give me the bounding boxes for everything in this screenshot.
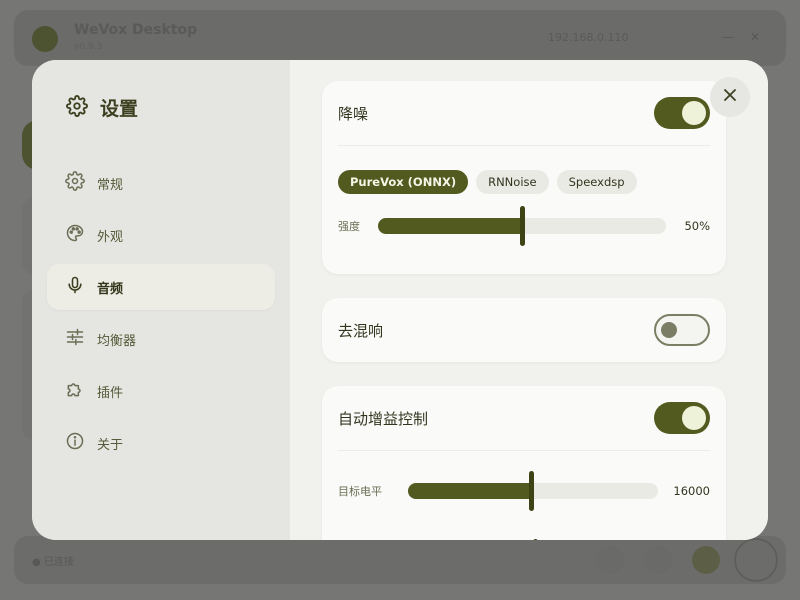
close-window-icon: ✕ (750, 30, 761, 44)
info-icon (65, 431, 85, 455)
nav-item-audio[interactable]: 音频 (47, 264, 275, 310)
nav-item-general[interactable]: 常规 (47, 160, 275, 206)
denoise-header: 降噪 (322, 81, 726, 145)
gear-icon (66, 94, 88, 121)
gear-icon (65, 171, 85, 195)
app-logo (32, 26, 58, 52)
engine-chip-rnnoise[interactable]: RNNoise (476, 170, 549, 194)
strength-value: 50% (684, 219, 710, 233)
target-level-slider-fill (408, 483, 531, 499)
settings-sidebar: 设置 常规 外观 音频 均衡器 插件 关于 (32, 60, 290, 540)
dereverb-header: 去混响 (322, 298, 726, 362)
denoise-title: 降噪 (338, 104, 369, 123)
nav-item-appearance[interactable]: 外观 (47, 212, 275, 258)
engine-chip-speexdsp[interactable]: Speexdsp (556, 170, 637, 194)
background-button (644, 546, 672, 574)
agc-header: 自动增益控制 (322, 386, 726, 450)
puzzle-icon (65, 379, 85, 403)
dereverb-title: 去混响 (338, 321, 384, 340)
background-button (692, 546, 720, 574)
close-button[interactable] (710, 77, 750, 117)
background-app-title: WeVox Desktop (74, 22, 198, 38)
close-icon (722, 87, 738, 107)
denoise-card: 降噪 PureVox (ONNX) RNNoise Speexdsp 强度 50… (322, 81, 726, 274)
dereverb-toggle[interactable] (654, 314, 710, 346)
agc-title: 自动增益控制 (338, 409, 429, 428)
nav-item-label: 均衡器 (97, 333, 137, 349)
target-level-slider-row: 目标电平 16000 (322, 463, 726, 519)
agc-card: 自动增益控制 目标电平 16000 (322, 386, 726, 540)
agc-toggle[interactable] (654, 402, 710, 434)
target-level-label: 目标电平 (338, 485, 382, 498)
background-ip-label: 192.168.0.110 (548, 31, 629, 44)
strength-slider-fill (378, 218, 522, 234)
nav-item-label: 插件 (97, 385, 124, 401)
target-level-slider[interactable] (408, 471, 658, 511)
settings-content: 降噪 PureVox (ONNX) RNNoise Speexdsp 强度 50… (290, 60, 768, 540)
microphone-icon (65, 275, 85, 299)
background-app-subtitle: v0.9.3 (74, 42, 103, 52)
nav-item-plugins[interactable]: 插件 (47, 368, 275, 414)
background-titlebar (14, 10, 786, 66)
settings-nav: 常规 外观 音频 均衡器 插件 关于 (47, 160, 275, 472)
background-record-button (734, 538, 778, 582)
next-slider-row (322, 519, 726, 540)
strength-label: 强度 (338, 220, 360, 233)
palette-icon (65, 223, 85, 247)
minimize-icon: — (722, 30, 734, 44)
strength-slider[interactable] (378, 206, 666, 246)
target-level-slider-thumb[interactable] (528, 471, 534, 511)
nav-item-label: 常规 (97, 177, 124, 193)
sliders-icon (65, 327, 85, 351)
settings-title: 设置 (100, 98, 139, 120)
nav-item-label: 外观 (97, 229, 124, 245)
next-slider-thumb[interactable] (533, 539, 538, 540)
strength-slider-thumb[interactable] (520, 206, 525, 246)
settings-header: 设置 (66, 94, 138, 121)
background-button (596, 546, 624, 574)
dereverb-card: 去混响 (322, 298, 726, 362)
next-slider[interactable] (408, 539, 658, 540)
nav-item-label: 关于 (97, 437, 124, 453)
denoise-toggle[interactable] (654, 97, 710, 129)
strength-slider-row: 强度 50% (322, 198, 726, 254)
nav-item-equalizer[interactable]: 均衡器 (47, 316, 275, 362)
target-level-value: 16000 (673, 484, 710, 498)
nav-item-about[interactable]: 关于 (47, 420, 275, 466)
background-status: ● 已连接 (32, 557, 74, 568)
divider (338, 450, 710, 451)
denoise-engine-selector: PureVox (ONNX) RNNoise Speexdsp (322, 146, 726, 194)
settings-dialog: 设置 常规 外观 音频 均衡器 插件 关于 降噪 PureVox (ONNX) … (32, 60, 768, 540)
nav-item-label: 音频 (97, 281, 124, 297)
engine-chip-purevox[interactable]: PureVox (ONNX) (338, 170, 469, 194)
